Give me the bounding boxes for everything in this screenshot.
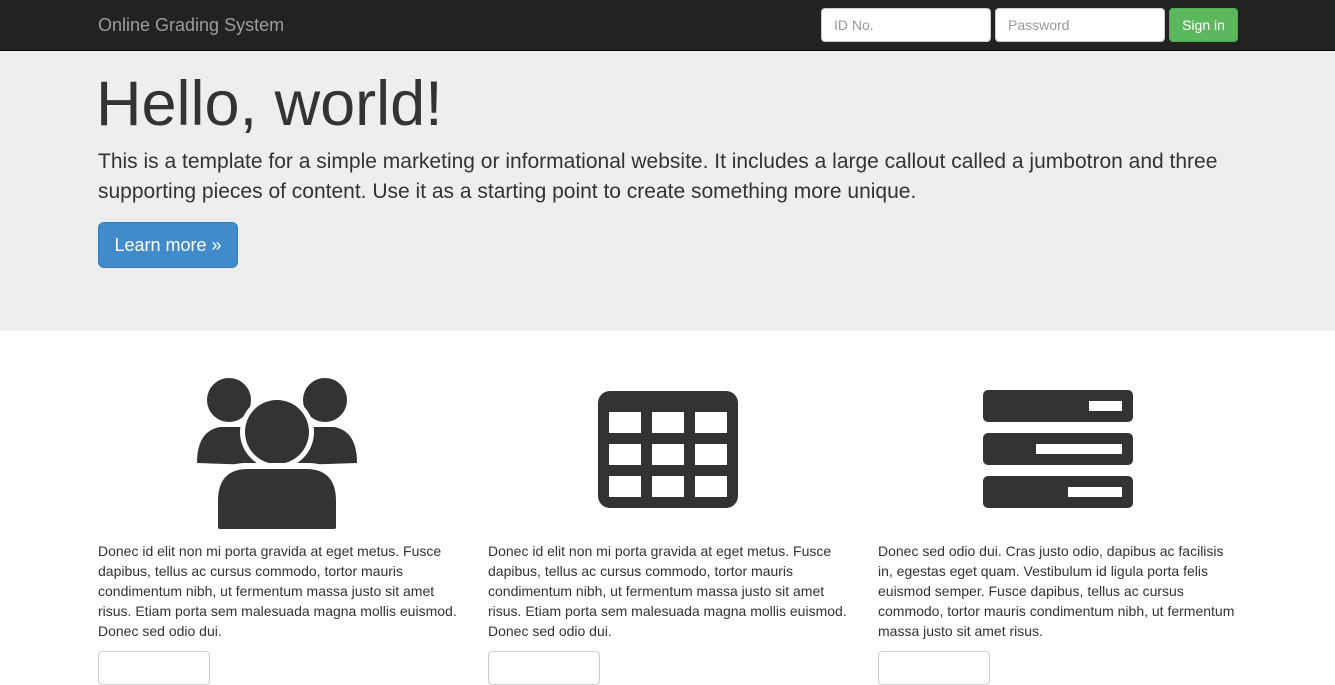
password-input[interactable]	[995, 8, 1165, 42]
jumbotron-text: This is a template for a simple marketin…	[98, 150, 1218, 203]
jumbotron: Hello, world! This is a template for a s…	[0, 51, 1335, 331]
column-2-button[interactable]	[488, 651, 600, 685]
navbar: Online Grading System Sign in	[0, 0, 1335, 51]
jumbotron-title: Hello, world!	[96, 69, 443, 139]
column-3-button[interactable]	[878, 651, 990, 685]
grid-table-icon	[488, 375, 850, 535]
users-group-icon	[98, 375, 460, 535]
column-1-text: Donec id elit non mi porta gravida at eg…	[98, 543, 457, 639]
column-3-text: Donec sed odio dui. Cras justo odio, dap…	[878, 543, 1235, 639]
id-number-input[interactable]	[821, 8, 991, 42]
column-1-button[interactable]	[98, 651, 210, 685]
sign-in-button[interactable]: Sign in	[1169, 8, 1238, 42]
brand-title[interactable]: Online Grading System	[98, 15, 284, 35]
column-2-text: Donec id elit non mi porta gravida at eg…	[488, 543, 847, 639]
server-list-icon	[878, 375, 1240, 535]
learn-more-button[interactable]: Learn more »	[98, 222, 238, 268]
